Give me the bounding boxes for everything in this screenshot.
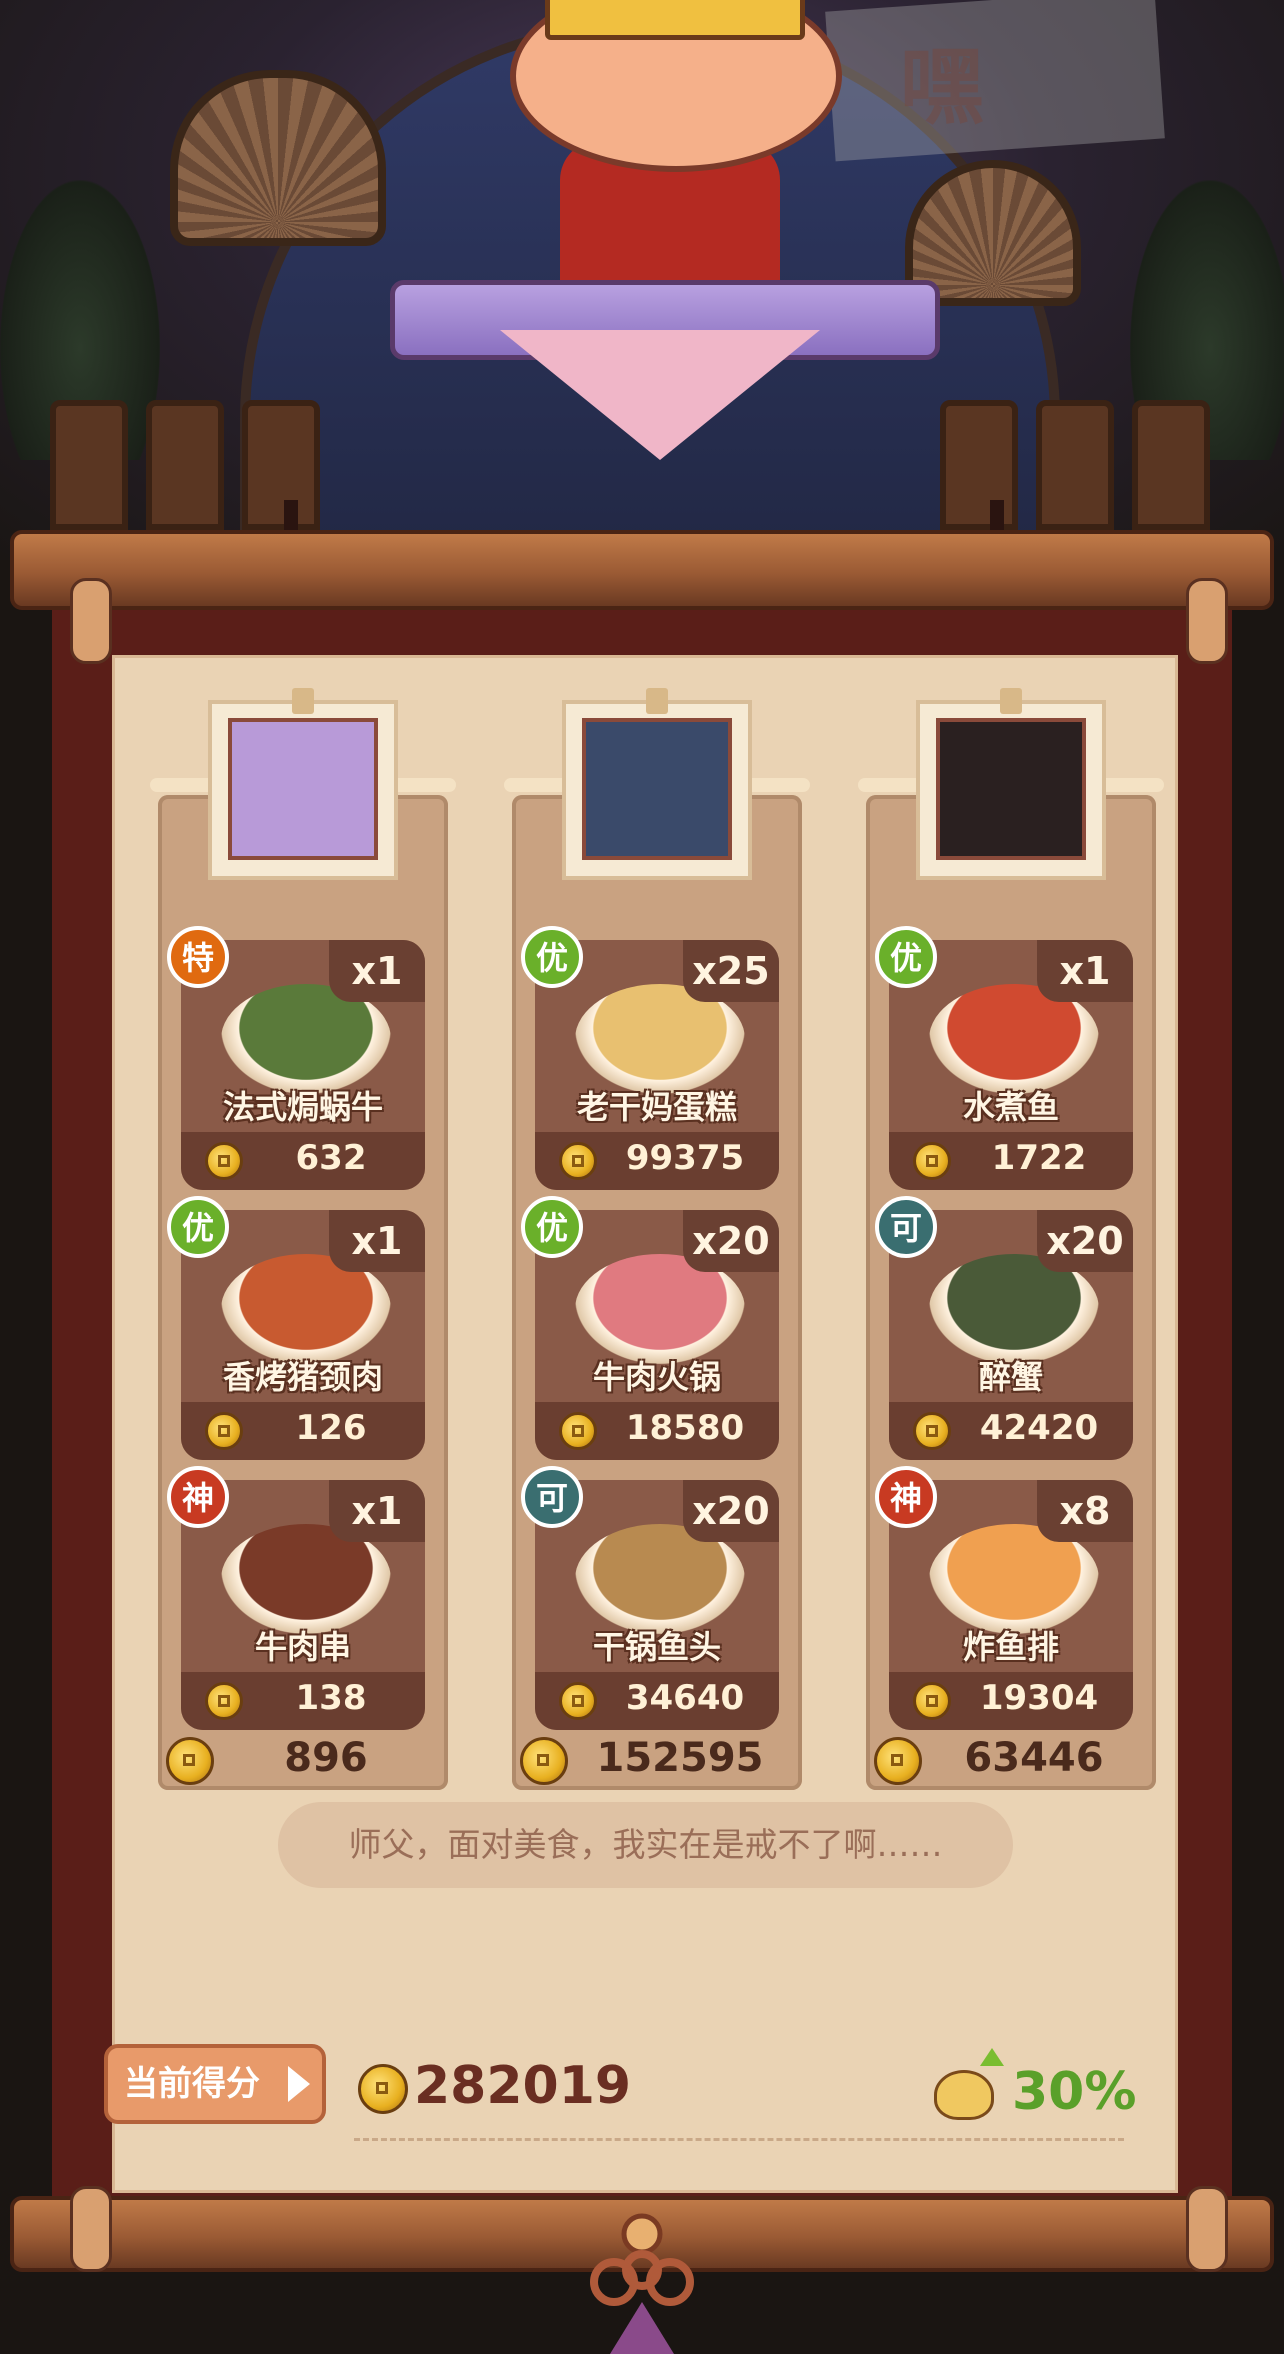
dish-name: 醉蟹	[978, 1358, 1043, 1396]
column-total: 152595	[520, 1735, 800, 1791]
rod-cap	[70, 578, 112, 664]
dish-price: 42420	[979, 1408, 1099, 1448]
rod-cap	[1186, 578, 1228, 664]
rod-cap	[70, 2186, 112, 2272]
dish-price: 1722	[991, 1138, 1087, 1178]
signboard-text: 嘿	[900, 38, 985, 136]
coin-icon	[913, 1412, 951, 1450]
dish-card[interactable]: x20 牛肉火锅 18580 优	[521, 1196, 779, 1460]
fence-left	[50, 400, 320, 530]
dish-name: 法式焗蜗牛	[222, 1088, 383, 1126]
play-arrow-icon	[288, 2066, 310, 2102]
dish-card[interactable]: x1 牛肉串 138 神	[167, 1466, 425, 1730]
column-total-value: 896	[284, 1735, 368, 1781]
dish-quantity: x25	[683, 940, 779, 1002]
current-score-label: 当前得分	[124, 2064, 260, 2104]
coin-icon	[520, 1737, 568, 1785]
dish-grade-badge: 可	[521, 1466, 583, 1528]
dish-price: 19304	[979, 1678, 1099, 1718]
money-bag-icon	[934, 2070, 994, 2120]
rod-cap	[1186, 2186, 1228, 2272]
coin-icon	[559, 1682, 597, 1720]
column-total-value: 152595	[596, 1735, 764, 1781]
signboard	[825, 0, 1165, 162]
guest-portrait[interactable]	[208, 700, 398, 880]
dish-grade-badge: 优	[521, 1196, 583, 1258]
clip-icon	[292, 688, 314, 714]
coin-icon	[874, 1737, 922, 1785]
dish-grade-badge: 优	[167, 1196, 229, 1258]
dish-quantity: x20	[683, 1480, 779, 1542]
column-total: 896	[166, 1735, 446, 1791]
coin-icon	[913, 1142, 951, 1180]
pig-crown-icon	[545, 0, 805, 40]
dish-name: 干锅鱼头	[592, 1628, 721, 1666]
column-total: 63446	[874, 1735, 1154, 1791]
dish-name: 炸鱼排	[962, 1628, 1059, 1666]
dish-quantity: x20	[1037, 1210, 1133, 1272]
fence-right	[940, 400, 1210, 530]
dish-grade-badge: 优	[875, 926, 937, 988]
arrow-up-icon	[980, 2048, 1004, 2066]
dish-price: 632	[295, 1138, 367, 1178]
black-dog-avatar	[936, 718, 1086, 860]
clip-icon	[646, 688, 668, 714]
current-score-button[interactable]: 当前得分	[104, 2044, 326, 2124]
dish-card[interactable]: x1 法式焗蜗牛 632 特	[167, 926, 425, 1190]
divider	[354, 2138, 1124, 2141]
dish-quantity: x1	[329, 1480, 425, 1542]
dish-grade-badge: 可	[875, 1196, 937, 1258]
dish-quantity: x1	[329, 1210, 425, 1272]
dish-price: 126	[295, 1408, 367, 1448]
clip-icon	[1000, 688, 1022, 714]
dialogue-bubble: 师父，面对美食，我实在是戒不了啊……	[278, 1802, 1013, 1888]
chinese-knot-icon	[590, 2213, 694, 2354]
dish-price: 18580	[625, 1408, 745, 1448]
dark-haired-girl-avatar	[582, 718, 732, 860]
dish-grade-badge: 特	[167, 926, 229, 988]
coin-icon	[166, 1737, 214, 1785]
coin-icon	[358, 2064, 408, 2114]
dish-card[interactable]: x8 炸鱼排 19304 神	[875, 1466, 1133, 1730]
guest-portrait[interactable]	[916, 700, 1106, 880]
dish-price: 34640	[625, 1678, 745, 1718]
coin-icon	[205, 1142, 243, 1180]
dish-grade-badge: 神	[875, 1466, 937, 1528]
dish-name: 牛肉串	[254, 1628, 351, 1666]
dish-grade-badge: 神	[167, 1466, 229, 1528]
dish-quantity: x8	[1037, 1480, 1133, 1542]
score-value: 282019	[414, 2056, 632, 2116]
dish-card[interactable]: x20 干锅鱼头 34640 可	[521, 1466, 779, 1730]
dish-quantity: x1	[329, 940, 425, 1002]
purple-haired-girl-avatar	[228, 718, 378, 860]
dish-quantity: x1	[1037, 940, 1133, 1002]
dish-grade-badge: 优	[521, 926, 583, 988]
coin-icon	[559, 1412, 597, 1450]
dish-card[interactable]: x25 老干妈蛋糕 99375 优	[521, 926, 779, 1190]
scroll-top-rod	[10, 530, 1274, 610]
dish-price: 99375	[625, 1138, 745, 1178]
dish-card[interactable]: x1 水煮鱼 1722 优	[875, 926, 1133, 1190]
coin-icon	[205, 1682, 243, 1720]
dish-card[interactable]: x1 香烤猪颈肉 126 优	[167, 1196, 425, 1460]
coin-icon	[205, 1412, 243, 1450]
coin-icon	[913, 1682, 951, 1720]
dish-name: 香烤猪颈肉	[222, 1358, 383, 1396]
dish-price: 138	[295, 1678, 367, 1718]
dish-name: 老干妈蛋糕	[576, 1088, 737, 1126]
guest-portrait[interactable]	[562, 700, 752, 880]
fan-left-icon	[170, 70, 386, 246]
column-total-value: 63446	[964, 1735, 1104, 1781]
bonus-percent: 30%	[1012, 2062, 1137, 2122]
banquet-scene: 嘿	[0, 0, 1284, 560]
dish-card[interactable]: x20 醉蟹 42420 可	[875, 1196, 1133, 1460]
dish-quantity: x20	[683, 1210, 779, 1272]
coin-icon	[559, 1142, 597, 1180]
dish-name: 水煮鱼	[962, 1088, 1059, 1126]
dish-name: 牛肉火锅	[592, 1358, 721, 1396]
